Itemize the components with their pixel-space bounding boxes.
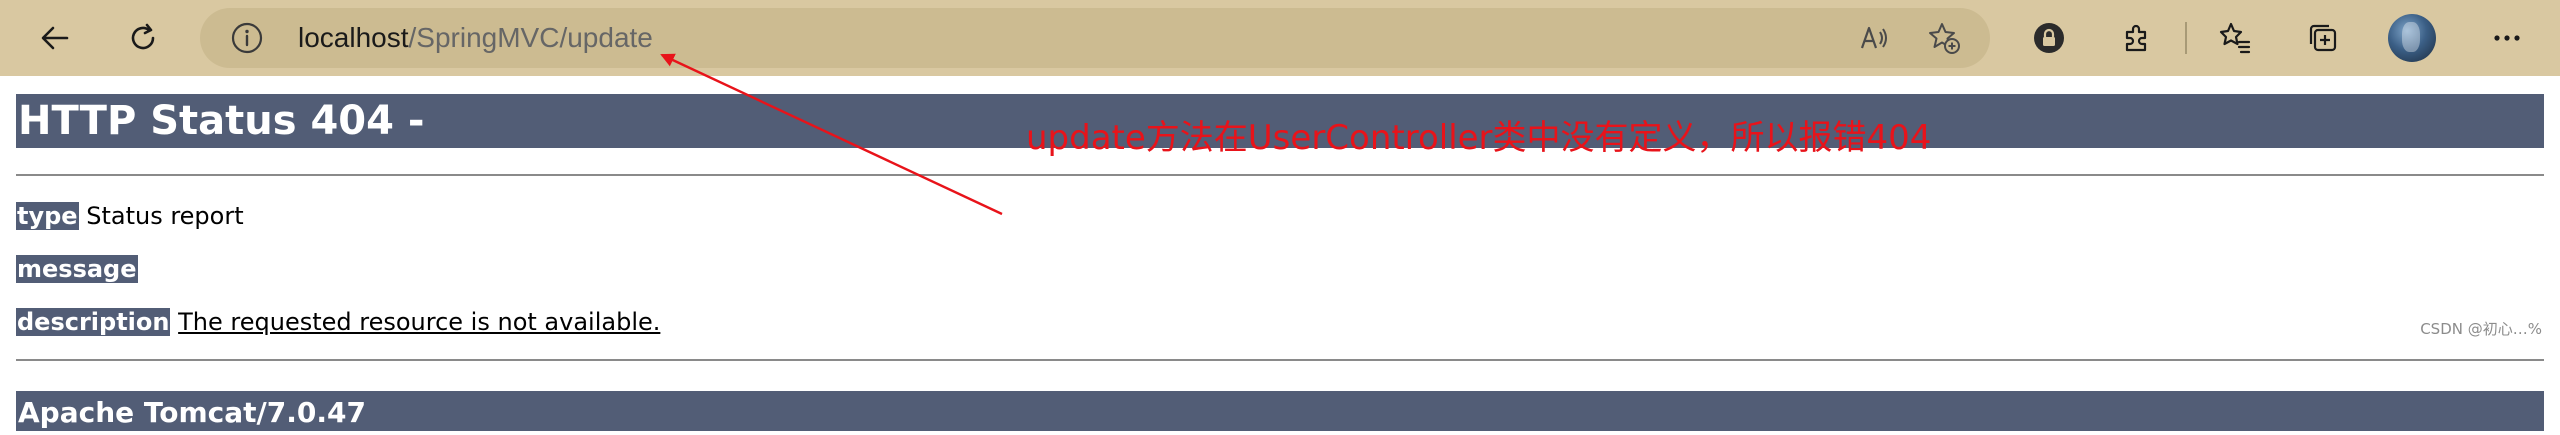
watermark: CSDN @初心…% <box>2420 320 2542 338</box>
favorites-icon <box>2219 22 2251 54</box>
url-path: /SpringMVC/update <box>408 22 653 53</box>
message-row: message <box>16 254 138 284</box>
more-button[interactable] <box>2482 13 2532 63</box>
address-bar[interactable]: localhost/SpringMVC/update <box>200 8 1990 68</box>
type-value: Status report <box>86 202 244 230</box>
extensions-icon <box>2125 24 2147 52</box>
extensions-button[interactable] <box>2112 13 2162 63</box>
refresh-button[interactable] <box>118 13 168 63</box>
info-icon[interactable] <box>230 21 264 55</box>
favorites-button[interactable] <box>2210 13 2260 63</box>
back-icon <box>41 26 69 50</box>
extension-lock-button[interactable] <box>2024 13 2074 63</box>
read-aloud-icon[interactable] <box>1856 20 1892 56</box>
browser-toolbar: localhost/SpringMVC/update <box>0 0 2560 76</box>
description-row: description The requested resource is no… <box>16 307 660 337</box>
collections-icon <box>2309 24 2337 52</box>
url-text[interactable]: localhost/SpringMVC/update <box>298 22 653 54</box>
more-icon <box>2494 35 2520 41</box>
type-row: type Status report <box>16 201 244 231</box>
avatar[interactable] <box>2388 14 2436 62</box>
divider-bottom <box>16 359 2544 361</box>
server-footer: Apache Tomcat/7.0.47 <box>16 391 2544 431</box>
annotation-text: update方法在UserController类中没有定义，所以报错404 <box>1026 118 1932 158</box>
divider-top <box>16 174 2544 176</box>
collections-button[interactable] <box>2298 13 2348 63</box>
toolbar-divider <box>2185 22 2187 54</box>
refresh-icon <box>131 23 155 50</box>
type-label: type <box>16 202 79 230</box>
message-label: message <box>16 255 138 283</box>
url-host: localhost <box>298 22 409 53</box>
extension-lock-icon <box>2034 23 2064 53</box>
back-button[interactable] <box>30 13 80 63</box>
description-label: description <box>16 308 171 336</box>
add-favorite-icon[interactable] <box>1926 20 1962 56</box>
description-value: The requested resource is not available. <box>178 308 661 336</box>
